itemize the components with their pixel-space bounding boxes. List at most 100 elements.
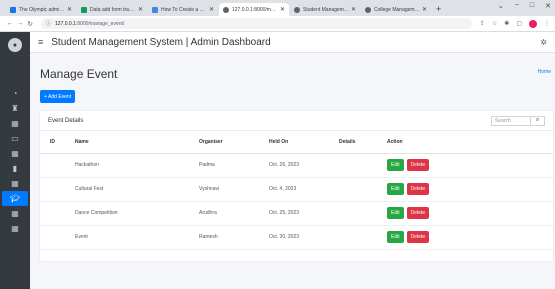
browser-tab[interactable]: How To Create a File ✕ [148, 3, 218, 16]
column-header-name: Name [70, 131, 194, 154]
tab-label: The Olympic administrat [19, 6, 65, 13]
url-path: :8000/manage_event/ [75, 20, 125, 27]
delete-button[interactable]: Delete [406, 183, 430, 195]
forward-icon[interactable]: → [15, 20, 25, 27]
reload-icon[interactable]: ↻ [25, 20, 35, 28]
close-icon[interactable]: ✕ [67, 6, 72, 13]
close-icon[interactable]: ✕ [422, 6, 427, 13]
edit-button[interactable]: Edit [387, 183, 404, 195]
extensions-icon[interactable]: ✱ [504, 20, 509, 27]
tab-favicon-icon [81, 6, 87, 13]
cell-action: Edit Delete [382, 225, 553, 250]
edit-button[interactable]: Edit [387, 207, 404, 219]
tab-favicon-icon [10, 6, 16, 13]
edit-button[interactable]: Edit [387, 231, 404, 243]
column-header-held-on: Held On [264, 131, 334, 154]
cell-details [334, 177, 382, 202]
browser-tab[interactable]: Data add form tracker ✕ [77, 3, 147, 16]
top-navbar: ≡ Student Management System | Admin Dash… [30, 32, 555, 53]
table-icon[interactable]: ▦ [0, 206, 30, 221]
users-icon[interactable]: ♜ [0, 101, 30, 116]
cell-name: Dance Competition [70, 201, 194, 226]
event-details-card: Event Details Search ⌕ ID Name Organiser… [40, 111, 553, 261]
delete-button[interactable]: Delete [406, 159, 430, 171]
profile-avatar[interactable] [529, 19, 537, 28]
graduation-cap-icon[interactable]: 🎓︎ [2, 191, 28, 206]
close-icon[interactable]: ✕ [545, 2, 551, 10]
cell-action: Edit Delete [382, 153, 553, 178]
delete-button[interactable]: Delete [406, 207, 430, 219]
table-icon[interactable]: ▦ [0, 116, 30, 131]
cell-held-on: Oct. 4, 2023 [264, 177, 334, 202]
monitor-icon[interactable]: ▭ [0, 131, 30, 146]
card-header: Event Details Search ⌕ [40, 111, 553, 131]
back-icon[interactable]: ← [5, 20, 15, 27]
cell-details [334, 153, 382, 178]
table-row: Dance Competition Arudhra Oct. 25, 2023 … [40, 201, 553, 226]
book-icon[interactable]: ▮ [0, 161, 30, 176]
search-icon[interactable]: ⌕ [531, 115, 545, 126]
cell-id [40, 177, 70, 202]
edit-button[interactable]: Edit [387, 159, 404, 171]
tab-label: Student Management [303, 6, 349, 13]
dashboard-icon[interactable]: ◔ [0, 86, 30, 101]
menu-icon[interactable]: ⋮ [544, 20, 550, 27]
close-icon[interactable]: ✕ [209, 6, 214, 13]
cell-organiser: Vyshnavi [194, 177, 264, 202]
table-icon[interactable]: ▦ [0, 221, 30, 236]
close-icon[interactable]: ✕ [280, 6, 285, 13]
tab-label: How To Create a File [161, 6, 207, 13]
cell-action: Edit Delete [382, 177, 553, 202]
new-tab-button[interactable]: + [436, 3, 441, 16]
tab-favicon-icon [152, 6, 158, 13]
close-icon[interactable]: ✕ [351, 6, 356, 13]
browser-tab[interactable]: College Management ✕ [361, 3, 431, 16]
app-title: Student Management System | Admin Dashbo… [51, 36, 271, 48]
address-bar-row: ← → ↻ ⓘ 127.0.0.1:8000/manage_event/ ⇪ ☆… [0, 16, 555, 32]
globe-icon [223, 6, 229, 13]
table-row: Hackathon Padma Oct. 26, 2023 Edit Delete [40, 153, 553, 178]
cell-name: Hackathon [70, 153, 194, 178]
add-event-button[interactable]: + Add Event [40, 90, 76, 103]
minimize-icon[interactable]: − [515, 2, 519, 10]
card-title: Event Details [48, 117, 84, 124]
tab-label: 127.0.0.1:8000/manag [232, 6, 278, 13]
cell-held-on: Oct. 26, 2023 [264, 153, 334, 178]
breadcrumb-home[interactable]: Home [538, 69, 551, 75]
star-icon[interactable]: ☆ [492, 20, 497, 27]
table-row: Event Ramesh Oct. 30, 2023 Edit Delete [40, 225, 553, 250]
cell-details [334, 225, 382, 250]
url-host: 127.0.0.1 [55, 20, 76, 27]
column-header-action: Action [382, 131, 553, 154]
cell-organiser: Padma [194, 153, 264, 178]
gear-icon[interactable]: ✲ [540, 38, 547, 47]
browser-tab[interactable]: The Olympic administrat✕ [6, 3, 76, 16]
table-icon[interactable]: ▦ [0, 146, 30, 161]
cell-action: Edit Delete [382, 201, 553, 226]
sidebar: ● ◔ ♜ ▦ ▭ ▦ ▮ ▦ 🎓︎ ▦ ▦ [0, 32, 30, 289]
url-input[interactable]: ⓘ 127.0.0.1:8000/manage_event/ [41, 18, 472, 29]
delete-button[interactable]: Delete [406, 231, 430, 243]
hamburger-menu-icon[interactable]: ≡ [38, 37, 43, 47]
browser-toolbar-icons: ⇪ ☆ ✱ ▢ ⋮ [480, 19, 550, 28]
maximize-icon[interactable]: □ [530, 2, 534, 10]
sidebar-nav: ◔ ♜ ▦ ▭ ▦ ▮ ▦ 🎓︎ ▦ ▦ [0, 86, 30, 236]
cell-id [40, 201, 70, 226]
table-icon[interactable]: ▦ [0, 176, 30, 191]
page-title: Manage Event [40, 67, 118, 81]
avatar[interactable]: ● [8, 38, 22, 52]
tab-label: Data add form tracker [90, 6, 136, 13]
browser-tab[interactable]: Student Management ✕ [290, 3, 360, 16]
cell-name: Event [70, 225, 194, 250]
events-table: ID Name Organiser Held On Details Action… [40, 131, 553, 250]
globe-icon [365, 6, 371, 13]
share-icon[interactable]: ⇪ [480, 20, 485, 27]
sidepanel-icon[interactable]: ▢ [516, 20, 522, 27]
table-header-row: ID Name Organiser Held On Details Action [40, 131, 553, 154]
column-header-id: ID [40, 131, 70, 154]
close-icon[interactable]: ✕ [138, 6, 143, 13]
browser-tab-active[interactable]: 127.0.0.1:8000/manag ✕ [219, 3, 289, 16]
chevron-down-icon[interactable]: ⌄ [498, 2, 504, 10]
column-header-details: Details [334, 131, 382, 154]
search-input[interactable]: Search [491, 115, 531, 126]
